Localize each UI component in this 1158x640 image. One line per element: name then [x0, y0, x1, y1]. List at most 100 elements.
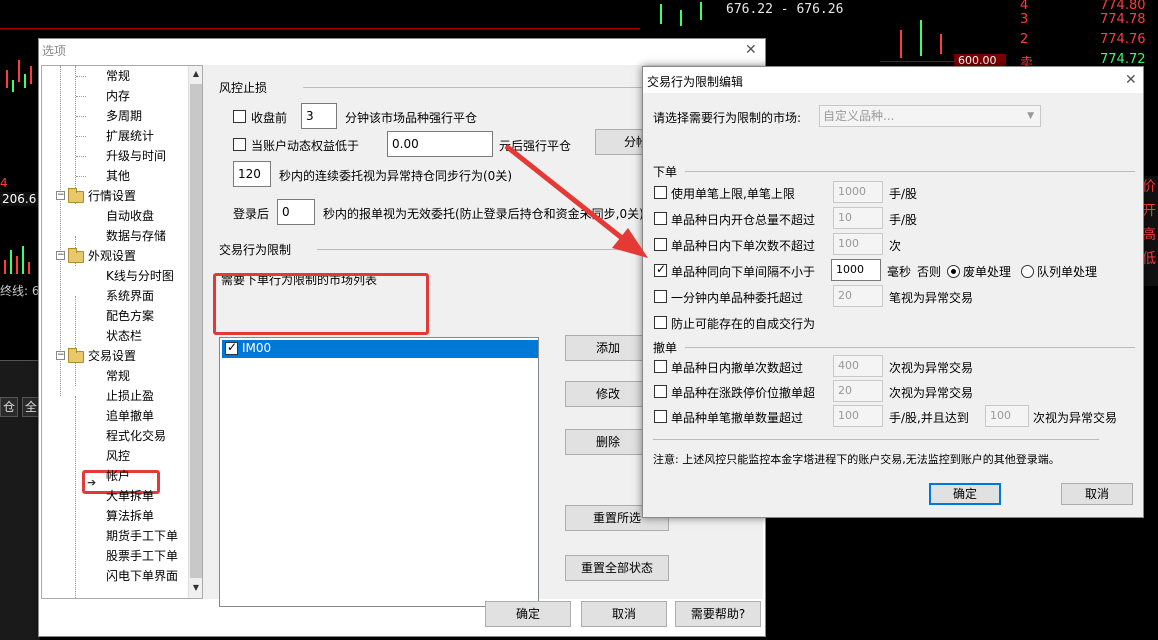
tree-item-market-settings[interactable]: 行情设置	[88, 186, 136, 206]
equity-checkbox[interactable]	[233, 138, 246, 151]
left-indicator-label: 终线: 6	[0, 284, 40, 298]
cancel-group-title: 撤单	[653, 341, 678, 355]
before-close-checkbox[interactable]	[233, 110, 246, 123]
tree-item-large-order-split[interactable]: 大单拆单	[106, 486, 154, 506]
market-list-item[interactable]: IM00	[222, 340, 538, 358]
order-book-row: 2 774.76	[1020, 32, 1146, 47]
arrow-right-icon: ➔	[87, 476, 97, 489]
sync-seconds-input[interactable]: 120	[233, 161, 271, 187]
collapse-icon[interactable]: −	[56, 251, 65, 260]
limit-price-cancel-checkbox[interactable]	[654, 385, 667, 398]
edit-cancel-button[interactable]: 取消	[1061, 483, 1133, 505]
close-icon[interactable]: ✕	[1125, 73, 1137, 87]
tab-position[interactable]: 仓	[0, 397, 18, 417]
tree-item-memory[interactable]: 内存	[106, 86, 130, 106]
daily-open-checkbox[interactable]	[654, 212, 667, 225]
ok-button[interactable]: 确定	[485, 601, 571, 627]
login-seconds-input[interactable]: 0	[277, 199, 315, 225]
tree-item-risk-control[interactable]: 风控	[106, 446, 130, 466]
edit-ok-button[interactable]: 确定	[929, 483, 1001, 505]
daily-cancel-input[interactable]: 400	[833, 355, 883, 377]
single-limit-unit: 手/股	[889, 187, 918, 201]
discard-radio[interactable]	[947, 265, 960, 278]
limit-price-cancel-input[interactable]: 20	[833, 380, 883, 402]
single-limit-checkbox[interactable]	[654, 186, 667, 199]
order-interval-checkbox[interactable]	[654, 262, 667, 277]
self-trade-checkbox[interactable]	[654, 316, 667, 329]
single-cancel-input[interactable]: 100	[833, 405, 883, 427]
queue-radio[interactable]	[1021, 265, 1034, 278]
daily-cancel-checkbox[interactable]	[654, 360, 667, 373]
tree-item-data-storage[interactable]: 数据与存储	[106, 226, 166, 246]
before-close-minutes-input[interactable]: 3	[301, 103, 337, 129]
collapse-icon[interactable]: −	[56, 351, 65, 360]
tree-item-auto-close[interactable]: 自动收盘	[106, 206, 154, 226]
single-cancel-unit: 手/股,并且达到	[889, 411, 969, 425]
tree-item-algo-split[interactable]: 算法拆单	[106, 506, 154, 526]
market-item-label: IM00	[242, 341, 272, 355]
daily-open-input[interactable]: 10	[833, 207, 883, 229]
tree-item-program-trading[interactable]: 程式化交易	[106, 426, 166, 446]
tree-item-chase-cancel[interactable]: 追单撤单	[106, 406, 154, 426]
behavior-edit-dialog: 交易行为限制编辑 ✕ 请选择需要行为限制的市场: 自定义品种... ▼ 下单 使…	[642, 66, 1144, 518]
single-cancel-count-input[interactable]: 100	[985, 405, 1029, 427]
tree-item-upgrade-time[interactable]: 升级与时间	[106, 146, 166, 166]
per-minute-input[interactable]: 20	[833, 285, 883, 307]
queue-label: 队列单处理	[1037, 265, 1098, 279]
before-close-suffix: 分钟该市场品种强行平仓	[345, 111, 478, 125]
tree-item-trade-general[interactable]: 常规	[106, 366, 130, 386]
scroll-down-icon[interactable]: ▼	[189, 580, 202, 596]
tree-item-futures-manual[interactable]: 期货手工下单	[106, 526, 178, 546]
market-list-highlight	[213, 273, 429, 335]
order-interval-input[interactable]: 1000	[831, 259, 881, 281]
single-limit-input[interactable]: 1000	[833, 181, 883, 203]
chart-gridline	[0, 28, 640, 29]
tree-item-system-ui[interactable]: 系统界面	[106, 286, 154, 306]
tree-item-general[interactable]: 常规	[106, 66, 130, 86]
delete-button[interactable]: 删除	[565, 429, 651, 455]
daily-cancel-label: 单品种日内撤单次数超过	[671, 361, 804, 375]
single-cancel-checkbox[interactable]	[654, 410, 667, 423]
market-item-checkbox[interactable]	[225, 340, 238, 355]
behavior-group-title: 交易行为限制	[219, 243, 292, 257]
daily-open-unit: 手/股	[889, 213, 918, 227]
tree-item-color-scheme[interactable]: 配色方案	[106, 306, 154, 326]
scroll-up-icon[interactable]: ▲	[189, 66, 202, 82]
market-select[interactable]: 自定义品种... ▼	[819, 105, 1041, 127]
market-select-label: 请选择需要行为限制的市场:	[653, 111, 802, 125]
close-icon[interactable]: ✕	[745, 43, 757, 57]
tree-item-appearance[interactable]: 外观设置	[88, 246, 136, 266]
single-limit-label: 使用单笔上限,单笔上限	[671, 187, 795, 201]
tree-item-account[interactable]: 帐户	[106, 466, 130, 486]
reset-all-button[interactable]: 重置全部状态	[565, 555, 669, 581]
add-button[interactable]: 添加	[565, 335, 651, 361]
scroll-thumb[interactable]	[190, 84, 202, 578]
help-button[interactable]: 需要帮助?	[675, 601, 761, 627]
tree-scrollbar[interactable]: ▲ ▼	[188, 66, 202, 598]
tree-item-flash-order[interactable]: 闪电下单界面	[106, 566, 178, 586]
daily-open-label: 单品种日内开仓总量不超过	[671, 213, 816, 227]
limit-price-cancel-label: 单品种在涨跌停价位撤单超	[671, 386, 816, 400]
order-interval-unit: 毫秒	[887, 265, 912, 279]
per-minute-checkbox[interactable]	[654, 290, 667, 303]
modify-button[interactable]: 修改	[565, 381, 651, 407]
tree-item-stop-loss[interactable]: 止损止盈	[106, 386, 154, 406]
tree-item-stock-manual[interactable]: 股票手工下单	[106, 546, 178, 566]
per-minute-label: 一分钟内单品种委托超过	[671, 291, 804, 305]
daily-orders-checkbox[interactable]	[654, 238, 667, 251]
order-interval-label: 单品种同向下单间隔不小于	[671, 265, 816, 279]
daily-orders-input[interactable]: 100	[833, 233, 883, 255]
tree-item-kline-timeshare[interactable]: K线与分时图	[106, 266, 174, 286]
edit-titlebar: 交易行为限制编辑 ✕	[643, 67, 1143, 93]
market-list[interactable]: IM00	[219, 337, 539, 607]
folder-icon	[68, 348, 84, 363]
equity-threshold-input[interactable]: 0.00	[387, 131, 493, 157]
tree-item-status-bar[interactable]: 状态栏	[106, 326, 142, 346]
login-prefix: 登录后	[233, 207, 270, 221]
tree-item-other[interactable]: 其他	[106, 166, 130, 186]
cancel-button[interactable]: 取消	[581, 601, 667, 627]
collapse-icon[interactable]: −	[56, 191, 65, 200]
tree-item-multi-period[interactable]: 多周期	[106, 106, 142, 126]
tree-item-trade-settings[interactable]: 交易设置	[88, 346, 136, 366]
tree-item-extended-stats[interactable]: 扩展统计	[106, 126, 154, 146]
